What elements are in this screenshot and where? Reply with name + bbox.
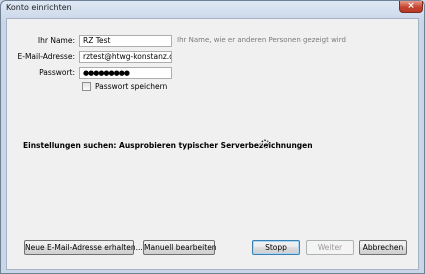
name-label: Ihr Name: — [37, 36, 75, 45]
remember-password-checkbox[interactable] — [82, 82, 91, 91]
manual-edit-button[interactable]: Manuell bearbeiten — [143, 240, 217, 255]
new-email-address-button[interactable]: Neue E-Mail-Adresse erhalten... — [24, 240, 143, 255]
title-bar[interactable]: Konto einrichten × — [1, 1, 424, 18]
next-button: Weiter — [306, 240, 354, 255]
close-button[interactable]: × — [399, 1, 423, 13]
name-hint: Ihr Name, wie er anderen Personen gezeig… — [177, 36, 346, 44]
close-icon: × — [407, 1, 415, 11]
email-field[interactable]: rztest@htwg-konstanz.de — [79, 51, 172, 63]
password-field[interactable]: ●●●●●●●●● — [79, 67, 172, 79]
dialog-content: Ihr Name: RZ Test Ihr Name, wie er ander… — [6, 18, 419, 270]
stop-button[interactable]: Stopp — [252, 240, 300, 255]
dialog-window: Konto einrichten × Ihr Name: RZ Test Ihr… — [0, 0, 425, 274]
email-label: E-Mail-Adresse: — [17, 52, 75, 61]
name-field[interactable]: RZ Test — [79, 35, 172, 47]
loading-spinner-icon — [260, 139, 270, 149]
cancel-button[interactable]: Abbrechen — [359, 240, 407, 255]
window-title: Konto einrichten — [6, 3, 72, 12]
password-label: Passwort: — [39, 68, 75, 77]
remember-password-label[interactable]: Passwort speichern — [95, 82, 167, 91]
